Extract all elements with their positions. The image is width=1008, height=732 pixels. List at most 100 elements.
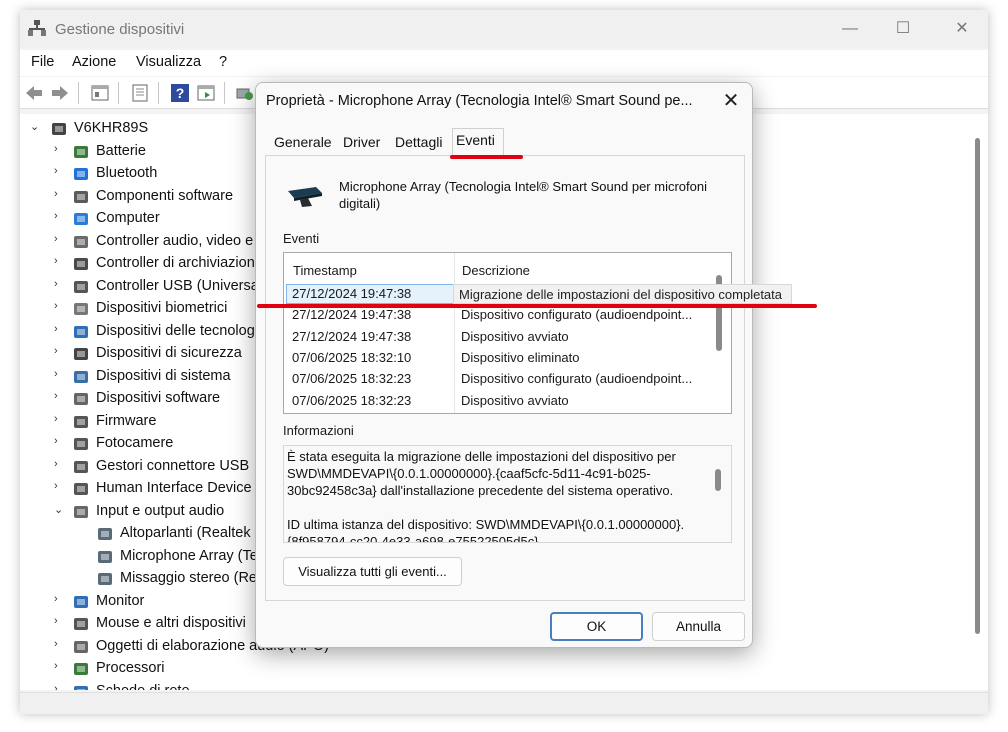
device-category-icon	[72, 233, 90, 251]
tree-item-label: Fotocamere	[96, 435, 174, 451]
event-timestamp: 27/12/2024 19:47:38	[292, 307, 412, 323]
event-description: Dispositivo configurato (audioendpoint..…	[461, 307, 693, 323]
chevron-right-icon[interactable]: ›	[54, 683, 66, 690]
chevron-right-icon[interactable]: ›	[54, 390, 66, 402]
event-row[interactable]: 27/12/2024 19:47:38 Dispositivo avviato	[284, 327, 716, 348]
device-category-icon	[72, 435, 90, 453]
forward-arrow-icon[interactable]	[50, 83, 70, 103]
event-row[interactable]: 07/06/2025 18:32:23 Dispositivo avviato	[284, 391, 716, 412]
tree-item-label: Batterie	[96, 143, 146, 159]
device-category-icon	[72, 390, 90, 408]
device-category-icon	[72, 143, 90, 161]
device-category-icon	[72, 278, 90, 296]
chevron-right-icon[interactable]: ›	[54, 413, 66, 425]
chevron-right-icon[interactable]: ›	[54, 300, 66, 312]
device-category-icon	[72, 683, 90, 690]
dialog-close-button[interactable]: ✕	[718, 89, 744, 115]
column-header-timestamp[interactable]: Timestamp	[293, 263, 357, 278]
tree-item-label: Schede di rete	[96, 683, 190, 690]
vertical-scrollbar[interactable]	[966, 114, 988, 690]
menu-azione[interactable]: Azione	[72, 54, 116, 70]
event-row[interactable]: 07/06/2025 18:32:10 Dispositivo eliminato	[284, 348, 716, 369]
chevron-right-icon[interactable]: ›	[54, 458, 66, 470]
scrollbar-thumb[interactable]	[975, 138, 980, 634]
tree-item-label: Microphone Array (Te	[120, 548, 258, 564]
event-timestamp: 27/12/2024 19:47:38	[292, 286, 412, 301]
view-all-events-button[interactable]: Visualizza tutti gli eventi...	[283, 557, 462, 586]
audio-device-icon	[96, 548, 114, 566]
minimize-button[interactable]: —	[835, 18, 865, 40]
tree-item-label: Dispositivi biometrici	[96, 300, 228, 316]
chevron-right-icon[interactable]: ›	[54, 278, 66, 290]
info-paragraph: ID ultima istanza del dispositivo: SWD\M…	[287, 517, 685, 543]
chevron-right-icon[interactable]: ›	[54, 323, 66, 335]
event-description: Dispositivo avviato	[461, 328, 569, 344]
tab-dettagli[interactable]: Dettagli	[395, 134, 442, 150]
chevron-right-icon[interactable]: ›	[54, 233, 66, 245]
chevron-right-icon[interactable]: ›	[54, 435, 66, 447]
event-row[interactable]: 07/06/2025 18:32:23 Dispositivo configura…	[284, 369, 716, 390]
tree-item-label: Gestori connettore USB	[96, 458, 250, 474]
properties-view-icon[interactable]	[90, 83, 110, 103]
device-category-icon	[72, 255, 90, 273]
maximize-button[interactable]: ☐	[888, 18, 918, 40]
back-arrow-icon[interactable]	[24, 83, 44, 103]
update-driver-icon[interactable]	[234, 83, 254, 103]
window-title: Gestione dispositivi	[55, 21, 185, 38]
event-timestamp: 27/12/2024 19:47:38	[292, 328, 412, 344]
chevron-right-icon[interactable]: ›	[54, 615, 66, 627]
chevron-right-icon[interactable]: ›	[54, 210, 66, 222]
chevron-right-icon[interactable]: ›	[54, 143, 66, 155]
chevron-right-icon[interactable]: ›	[54, 165, 66, 177]
chevron-right-icon[interactable]: ›	[54, 255, 66, 267]
document-icon[interactable]	[130, 83, 150, 103]
event-timestamp: 07/06/2025 18:32:23	[292, 392, 412, 408]
menu-file[interactable]: File	[31, 54, 54, 70]
annotation-underline-eventi	[450, 155, 523, 159]
chevron-right-icon[interactable]: ›	[54, 660, 66, 672]
scan-view-icon[interactable]	[196, 83, 216, 103]
toolbar-separator	[224, 82, 225, 104]
device-category-icon	[72, 323, 90, 341]
tab-driver[interactable]: Driver	[343, 134, 380, 150]
events-list[interactable]: Timestamp Descrizione 27/12/2024 19:47:3…	[283, 252, 732, 414]
chevron-right-icon[interactable]: ›	[54, 345, 66, 357]
tab-eventi[interactable]: Eventi	[456, 132, 495, 148]
chevron-down-icon[interactable]: ⌄	[54, 503, 66, 516]
menu-visualizza[interactable]: Visualizza	[136, 54, 201, 70]
info-text: È stata eseguita la migrazione delle imp…	[287, 448, 707, 543]
chevron-right-icon[interactable]: ›	[54, 188, 66, 200]
device-manager-icon	[28, 20, 46, 36]
microphone-array-icon	[288, 187, 322, 207]
chevron-right-icon[interactable]: ›	[54, 368, 66, 380]
column-header-description[interactable]: Descrizione	[462, 263, 530, 278]
info-textbox[interactable]: È stata eseguita la migrazione delle imp…	[283, 445, 732, 543]
menu-help[interactable]: ?	[219, 54, 227, 70]
tree-item-label: Controller di archiviazion	[96, 255, 255, 271]
tab-strip: Generale Driver Dettagli Eventi	[266, 128, 744, 156]
cancel-button[interactable]: Annulla	[652, 612, 745, 641]
svg-text:?: ?	[176, 85, 185, 101]
dialog-title: Proprietà - Microphone Array (Tecnologia…	[266, 93, 693, 109]
chevron-right-icon[interactable]: ›	[54, 638, 66, 650]
event-timestamp: 07/06/2025 18:32:10	[292, 349, 412, 365]
close-button[interactable]: ✕	[947, 18, 977, 40]
device-category-icon	[72, 593, 90, 611]
ok-button[interactable]: OK	[550, 612, 643, 641]
toolbar-separator	[78, 82, 79, 104]
help-icon[interactable]: ?	[170, 83, 190, 103]
event-row[interactable]: 27/12/2024 19:47:38 Dispositivo configura…	[284, 305, 716, 326]
menu-bar: File Azione Visualizza ?	[20, 50, 988, 76]
chevron-right-icon[interactable]: ›	[54, 480, 66, 492]
event-timestamp: 07/06/2025 18:32:23	[292, 371, 412, 387]
tree-item-label: Processori	[96, 660, 165, 676]
chevron-down-icon[interactable]: ⌄	[30, 120, 42, 133]
horizontal-scrollbar[interactable]	[20, 692, 988, 714]
tree-item-label: Dispositivi di sistema	[96, 368, 231, 384]
device-name: Microphone Array (Tecnologia Intel® Smar…	[339, 179, 707, 211]
tree-item-label: Dispositivi di sicurezza	[96, 345, 242, 361]
chevron-right-icon[interactable]: ›	[54, 593, 66, 605]
events-section-label: Eventi	[283, 231, 320, 246]
tab-generale[interactable]: Generale	[274, 134, 332, 150]
info-scrollbar-thumb[interactable]	[715, 469, 721, 491]
